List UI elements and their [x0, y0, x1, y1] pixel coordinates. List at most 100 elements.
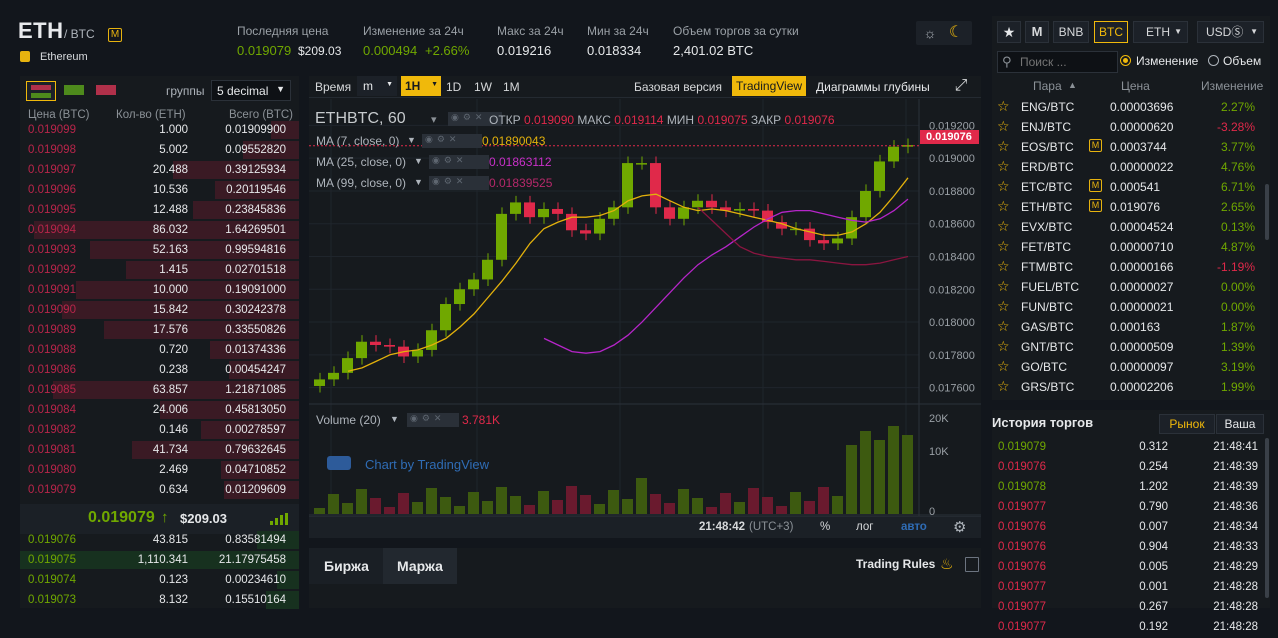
- market-row[interactable]: ☆ ETC/BTC M 0.000541 6.71%: [992, 176, 1264, 196]
- ask-row[interactable]: 0.019094 86.032 1.64269501: [20, 220, 299, 240]
- favorite-star-icon[interactable]: ☆: [997, 378, 1010, 395]
- chevron-down-icon[interactable]: ▼: [390, 414, 399, 424]
- tab-margin[interactable]: Маржа: [383, 548, 457, 584]
- orderbook-asks-view-icon[interactable]: [92, 81, 120, 101]
- fullscreen-icon[interactable]: ⤢: [952, 77, 970, 95]
- market-row[interactable]: ☆ ENJ/BTC 0.00000620 -3.28%: [992, 116, 1264, 136]
- log-scale-toggle[interactable]: лог: [856, 521, 873, 533]
- ask-row[interactable]: 0.019081 41.734 0.79632645: [20, 440, 299, 460]
- calculator-icon[interactable]: [965, 557, 979, 572]
- quote-bnb-tab[interactable]: BNB: [1053, 21, 1089, 43]
- auto-scale-toggle[interactable]: авто: [901, 521, 927, 533]
- radio-volume[interactable]: [1208, 55, 1219, 66]
- market-row[interactable]: ☆ GAS/BTC 0.000163 1.87%: [992, 316, 1264, 336]
- favorites-star-icon[interactable]: ★: [997, 21, 1021, 43]
- ask-row[interactable]: 0.019095 12.488 0.23845836: [20, 200, 299, 220]
- favorite-star-icon[interactable]: ☆: [997, 238, 1010, 255]
- margin-filter-button[interactable]: M: [1025, 21, 1049, 43]
- favorite-star-icon[interactable]: ☆: [997, 118, 1010, 135]
- ask-row[interactable]: 0.019093 52.163 0.99594816: [20, 240, 299, 260]
- favorite-star-icon[interactable]: ☆: [997, 298, 1010, 315]
- interval-1d[interactable]: 1D: [446, 80, 461, 94]
- ask-row[interactable]: 0.019092 1.415 0.02701518: [20, 260, 299, 280]
- ask-row[interactable]: 0.019097 20.488 0.39125934: [20, 160, 299, 180]
- market-row[interactable]: ☆ FET/BTC 0.00000710 4.87%: [992, 236, 1264, 256]
- col-change-header[interactable]: Изменение: [1201, 79, 1263, 93]
- chevron-down-icon[interactable]: ▼: [414, 177, 423, 187]
- bid-row[interactable]: 0.019075 1,110.341 21.17975458: [20, 550, 299, 570]
- market-row[interactable]: ☆ EOS/BTC M 0.0003744 3.77%: [992, 136, 1264, 156]
- market-row[interactable]: ☆ FUN/BTC 0.00000021 0.00%: [992, 296, 1264, 316]
- favorite-star-icon[interactable]: ☆: [997, 158, 1010, 175]
- ask-row[interactable]: 0.019082 0.146 0.00278597: [20, 420, 299, 440]
- trading-rules-link[interactable]: Trading Rules: [856, 557, 935, 571]
- quote-eth-select[interactable]: ETH ▼: [1133, 21, 1188, 43]
- ma99-label[interactable]: MA (99, close, 0): [316, 176, 406, 190]
- pair-search-field[interactable]: ⚲: [997, 51, 1118, 73]
- minute-interval-select[interactable]: m ▼: [357, 76, 397, 96]
- theme-toggle[interactable]: ☼ ☾: [916, 21, 972, 45]
- volume-controls-icon[interactable]: ◉⚙✕: [407, 413, 459, 427]
- bid-row[interactable]: 0.019073 8.132 0.15510164: [20, 590, 299, 610]
- market-row[interactable]: ☆ ETH/BTC M 0.019076 2.65%: [992, 196, 1264, 216]
- favorite-star-icon[interactable]: ☆: [997, 198, 1010, 215]
- ma99-controls-icon[interactable]: ◉⚙✕: [429, 176, 489, 190]
- market-row[interactable]: ☆ GO/BTC 0.00000097 3.19%: [992, 356, 1264, 376]
- chevron-down-icon[interactable]: ▼: [407, 135, 416, 145]
- ask-row[interactable]: 0.019091 10.000 0.19091000: [20, 280, 299, 300]
- favorite-star-icon[interactable]: ☆: [997, 218, 1010, 235]
- tab-my-trades[interactable]: Ваша: [1216, 414, 1264, 434]
- ask-row[interactable]: 0.019085 63.857 1.21871085: [20, 380, 299, 400]
- ask-row[interactable]: 0.019084 24.006 0.45813050: [20, 400, 299, 420]
- price-chart[interactable]: 0.0192000.0190000.0188000.0186000.018400…: [309, 99, 981, 538]
- market-row[interactable]: ☆ EVX/BTC 0.00004524 0.13%: [992, 216, 1264, 236]
- favorite-star-icon[interactable]: ☆: [997, 258, 1010, 275]
- moon-icon[interactable]: ☾: [948, 24, 964, 42]
- market-row[interactable]: ☆ FUEL/BTC 0.00000027 0.00%: [992, 276, 1264, 296]
- depth-chart-tab[interactable]: Диаграммы глубины: [816, 80, 930, 94]
- orderbook-both-view-icon[interactable]: [26, 81, 56, 101]
- timezone-label[interactable]: (UTC+3): [749, 521, 793, 533]
- ma7-label[interactable]: MA (7, close, 0): [316, 134, 399, 148]
- percent-scale-toggle[interactable]: %: [820, 521, 830, 533]
- market-row[interactable]: ☆ FTM/BTC 0.00000166 -1.19%: [992, 256, 1264, 276]
- favorite-star-icon[interactable]: ☆: [997, 338, 1010, 355]
- market-row[interactable]: ☆ ERD/BTC 0.00000022 4.76%: [992, 156, 1264, 176]
- tradingview-watermark[interactable]: Chart by TradingView: [365, 457, 489, 472]
- sort-up-icon[interactable]: ▲: [1068, 80, 1077, 90]
- ma7-controls-icon[interactable]: ◉⚙✕: [422, 134, 482, 148]
- market-row[interactable]: ☆ GNT/BTC 0.00000509 1.39%: [992, 336, 1264, 356]
- ask-row[interactable]: 0.019086 0.238 0.00454247: [20, 360, 299, 380]
- favorite-star-icon[interactable]: ☆: [997, 358, 1010, 375]
- tab-spot[interactable]: Биржа: [309, 548, 383, 584]
- ask-row[interactable]: 0.019098 5.002 0.09552820: [20, 140, 299, 160]
- favorite-star-icon[interactable]: ☆: [997, 278, 1010, 295]
- interval-1h[interactable]: 1H ▼: [401, 76, 441, 96]
- quote-btc-tab[interactable]: BTC: [1094, 21, 1128, 43]
- coin-name[interactable]: Ethereum: [40, 51, 88, 63]
- tradingview-tab[interactable]: TradingView: [732, 76, 807, 96]
- ask-row[interactable]: 0.019079 0.634 0.01209609: [20, 480, 299, 500]
- favorite-star-icon[interactable]: ☆: [997, 98, 1010, 115]
- radio-change-label[interactable]: Изменение: [1136, 54, 1198, 68]
- radio-change[interactable]: [1120, 55, 1131, 66]
- sun-icon[interactable]: ☼: [922, 25, 938, 41]
- gear-icon[interactable]: ⚙: [953, 518, 966, 536]
- search-input[interactable]: [1020, 54, 1115, 70]
- chevron-down-icon[interactable]: ▼: [414, 156, 423, 166]
- ask-row[interactable]: 0.019089 17.576 0.33550826: [20, 320, 299, 340]
- chart-symbol-title[interactable]: ETHBTC, 60: [315, 110, 406, 128]
- ma25-label[interactable]: MA (25, close, 0): [316, 155, 406, 169]
- ask-row[interactable]: 0.019088 0.720 0.01374336: [20, 340, 299, 360]
- favorite-star-icon[interactable]: ☆: [997, 178, 1010, 195]
- bid-row[interactable]: 0.019076 43.815 0.83581494: [20, 530, 299, 550]
- market-scrollbar[interactable]: [1265, 184, 1269, 240]
- quote-usd-select[interactable]: USDⓈ ▼: [1197, 21, 1264, 43]
- ma25-controls-icon[interactable]: ◉⚙✕: [429, 155, 489, 169]
- market-row[interactable]: ☆ GRS/BTC 0.00002206 1.99%: [992, 376, 1264, 396]
- orderbook-bids-view-icon[interactable]: [60, 81, 88, 101]
- col-pair-header[interactable]: Пара: [1033, 79, 1062, 93]
- favorite-star-icon[interactable]: ☆: [997, 138, 1010, 155]
- volume-label[interactable]: Volume (20): [316, 413, 381, 427]
- interval-1m[interactable]: 1M: [503, 80, 520, 94]
